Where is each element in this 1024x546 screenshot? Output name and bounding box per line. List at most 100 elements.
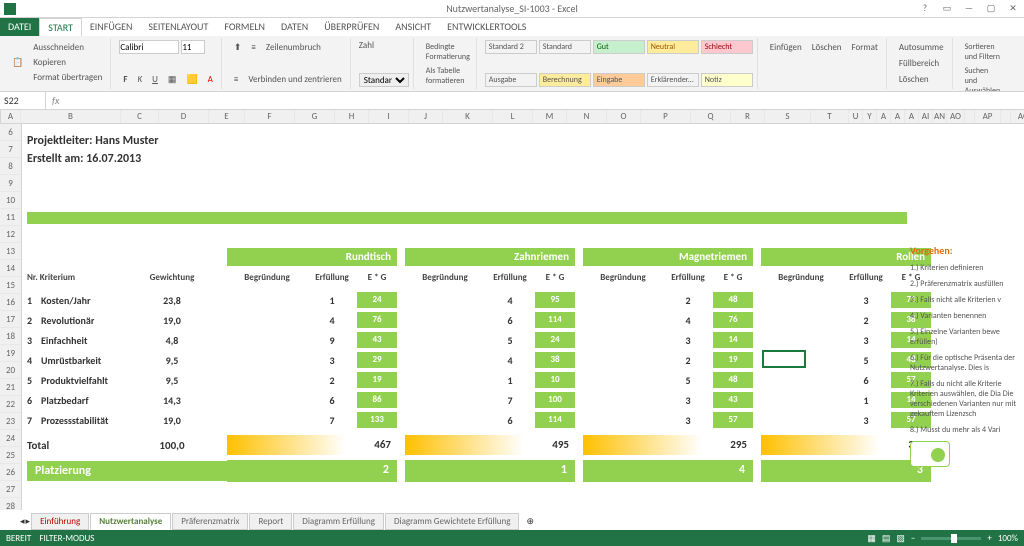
row-header[interactable]: 13 [0, 243, 21, 260]
help-icon[interactable]: ? [914, 1, 936, 17]
col-header[interactable]: A [905, 110, 919, 123]
underline-button[interactable]: U [148, 72, 162, 87]
col-header[interactable]: E [209, 110, 245, 123]
row-header[interactable]: 25 [0, 447, 21, 464]
style-gut[interactable]: Gut [593, 40, 645, 54]
maximize-icon[interactable]: ▢ [980, 1, 1002, 17]
tab-nav-prev[interactable]: ◂ [20, 516, 25, 527]
new-sheet-button[interactable]: ⊕ [520, 514, 540, 529]
zoom-in-button[interactable]: + [987, 533, 991, 544]
col-header[interactable]: Q [691, 110, 731, 123]
col-header[interactable]: H [335, 110, 369, 123]
tab-formulas[interactable]: FORMELN [216, 18, 273, 36]
col-header[interactable] [965, 110, 975, 123]
paste-button[interactable]: 📋 [8, 55, 27, 70]
row-header[interactable]: 11 [0, 209, 21, 226]
font-color-button[interactable]: A [204, 72, 217, 87]
sheet-tab-einfuehrung[interactable]: Einführung [31, 513, 89, 530]
col-header[interactable]: A [891, 110, 905, 123]
col-header[interactable]: A [1, 110, 21, 123]
col-header[interactable]: Y [863, 110, 877, 123]
row-header[interactable]: 6 [0, 124, 21, 141]
font-name-input[interactable] [119, 40, 179, 54]
col-header[interactable]: T [811, 110, 849, 123]
col-header[interactable]: AP [975, 110, 1001, 123]
style-standard2[interactable]: Standard 2 [485, 40, 537, 54]
cond-format-button[interactable]: Bedingte Formatierung [422, 40, 472, 64]
style-neutral[interactable]: Neutral [647, 40, 699, 54]
align-left-button[interactable]: ≡ [230, 72, 242, 87]
col-header[interactable]: AN [933, 110, 947, 123]
row-header[interactable]: 27 [0, 481, 21, 498]
close-icon[interactable]: ✕ [1002, 1, 1024, 17]
zoom-slider[interactable] [921, 537, 981, 540]
clear-button[interactable]: Löschen [895, 72, 948, 87]
tab-file[interactable]: DATEI [0, 18, 39, 36]
col-header[interactable]: AQ [1011, 110, 1024, 123]
row-header[interactable]: 26 [0, 464, 21, 481]
italic-button[interactable]: K [133, 72, 146, 87]
minimize-icon[interactable]: — [958, 1, 980, 17]
row-header[interactable]: 16 [0, 294, 21, 311]
row-header[interactable]: 23 [0, 413, 21, 430]
row-header[interactable]: 12 [0, 226, 21, 243]
tab-insert[interactable]: EINFÜGEN [82, 18, 141, 36]
row-header[interactable]: 24 [0, 430, 21, 447]
bold-button[interactable]: F [119, 72, 131, 87]
style-erklaerender[interactable]: Erklärender... [647, 73, 699, 87]
sheet-tab-diagramm-erf[interactable]: Diagramm Erfüllung [293, 513, 384, 530]
col-header[interactable] [1001, 110, 1011, 123]
style-ausgabe[interactable]: Ausgabe [485, 73, 537, 87]
style-notiz[interactable]: Notiz [701, 73, 753, 87]
insert-cells-button[interactable]: Einfügen [766, 40, 806, 55]
col-header[interactable]: S [765, 110, 811, 123]
zoom-out-button[interactable]: − [911, 533, 915, 544]
row-header[interactable]: 14 [0, 260, 21, 277]
tab-view[interactable]: ANSICHT [387, 18, 439, 36]
cut-button[interactable]: Ausschneiden [29, 40, 106, 55]
tab-review[interactable]: ÜBERPRÜFEN [316, 18, 387, 36]
col-header[interactable]: U [849, 110, 863, 123]
sort-filter-button[interactable]: Sortieren und Filtern [961, 40, 1005, 64]
view-normal-icon[interactable]: ▦ [867, 533, 876, 544]
view-layout-icon[interactable]: ▤ [882, 533, 891, 544]
col-header[interactable]: F [245, 110, 295, 123]
col-header[interactable]: N [567, 110, 607, 123]
row-header[interactable]: 7 [0, 141, 21, 158]
sheet-tab-diagramm-gew[interactable]: Diagramm Gewichtete Erfüllung [385, 513, 520, 530]
align-middle-button[interactable]: ≡ [247, 40, 259, 55]
col-header[interactable]: M [533, 110, 567, 123]
style-standard[interactable]: Standard [539, 40, 591, 54]
merge-button[interactable]: Verbinden und zentrieren [244, 72, 345, 87]
autosum-button[interactable]: Autosumme [895, 40, 948, 55]
ribbon-display-icon[interactable]: ▭ [936, 1, 958, 17]
style-berechnung[interactable]: Berechnung [539, 73, 591, 87]
tab-developer[interactable]: ENTWICKLERTOOLS [439, 18, 534, 36]
col-header[interactable]: I [369, 110, 409, 123]
col-header[interactable]: B [21, 110, 121, 123]
zoom-level[interactable]: 100% [998, 533, 1018, 544]
wrap-text-button[interactable]: Zeilenumbruch [262, 40, 325, 55]
col-header[interactable]: O [607, 110, 641, 123]
row-header[interactable]: 10 [0, 192, 21, 209]
font-size-input[interactable] [181, 40, 205, 54]
row-header[interactable]: 28 [0, 498, 21, 510]
name-box[interactable]: S22 [0, 92, 46, 109]
sheet-tab-praeferenzmatrix[interactable]: Präferenzmatrix [172, 513, 248, 530]
fill-button[interactable]: Füllbereich [895, 56, 948, 71]
format-cells-button[interactable]: Format [848, 40, 882, 55]
tab-start[interactable]: START [39, 18, 82, 36]
delete-cells-button[interactable]: Löschen [808, 40, 846, 55]
row-header[interactable]: 9 [0, 175, 21, 192]
col-header[interactable]: L [493, 110, 533, 123]
sheet-tab-report[interactable]: Report [249, 513, 292, 530]
tab-data[interactable]: DATEN [273, 18, 316, 36]
row-header[interactable]: 22 [0, 396, 21, 413]
col-header[interactable]: D [159, 110, 209, 123]
row-header[interactable]: 8 [0, 158, 21, 175]
fx-icon[interactable]: fx [46, 94, 65, 107]
col-header[interactable]: J [409, 110, 443, 123]
col-header[interactable]: AO [947, 110, 965, 123]
align-top-button[interactable]: ⬆ [230, 40, 246, 55]
number-format-select[interactable]: Standard [359, 73, 409, 87]
